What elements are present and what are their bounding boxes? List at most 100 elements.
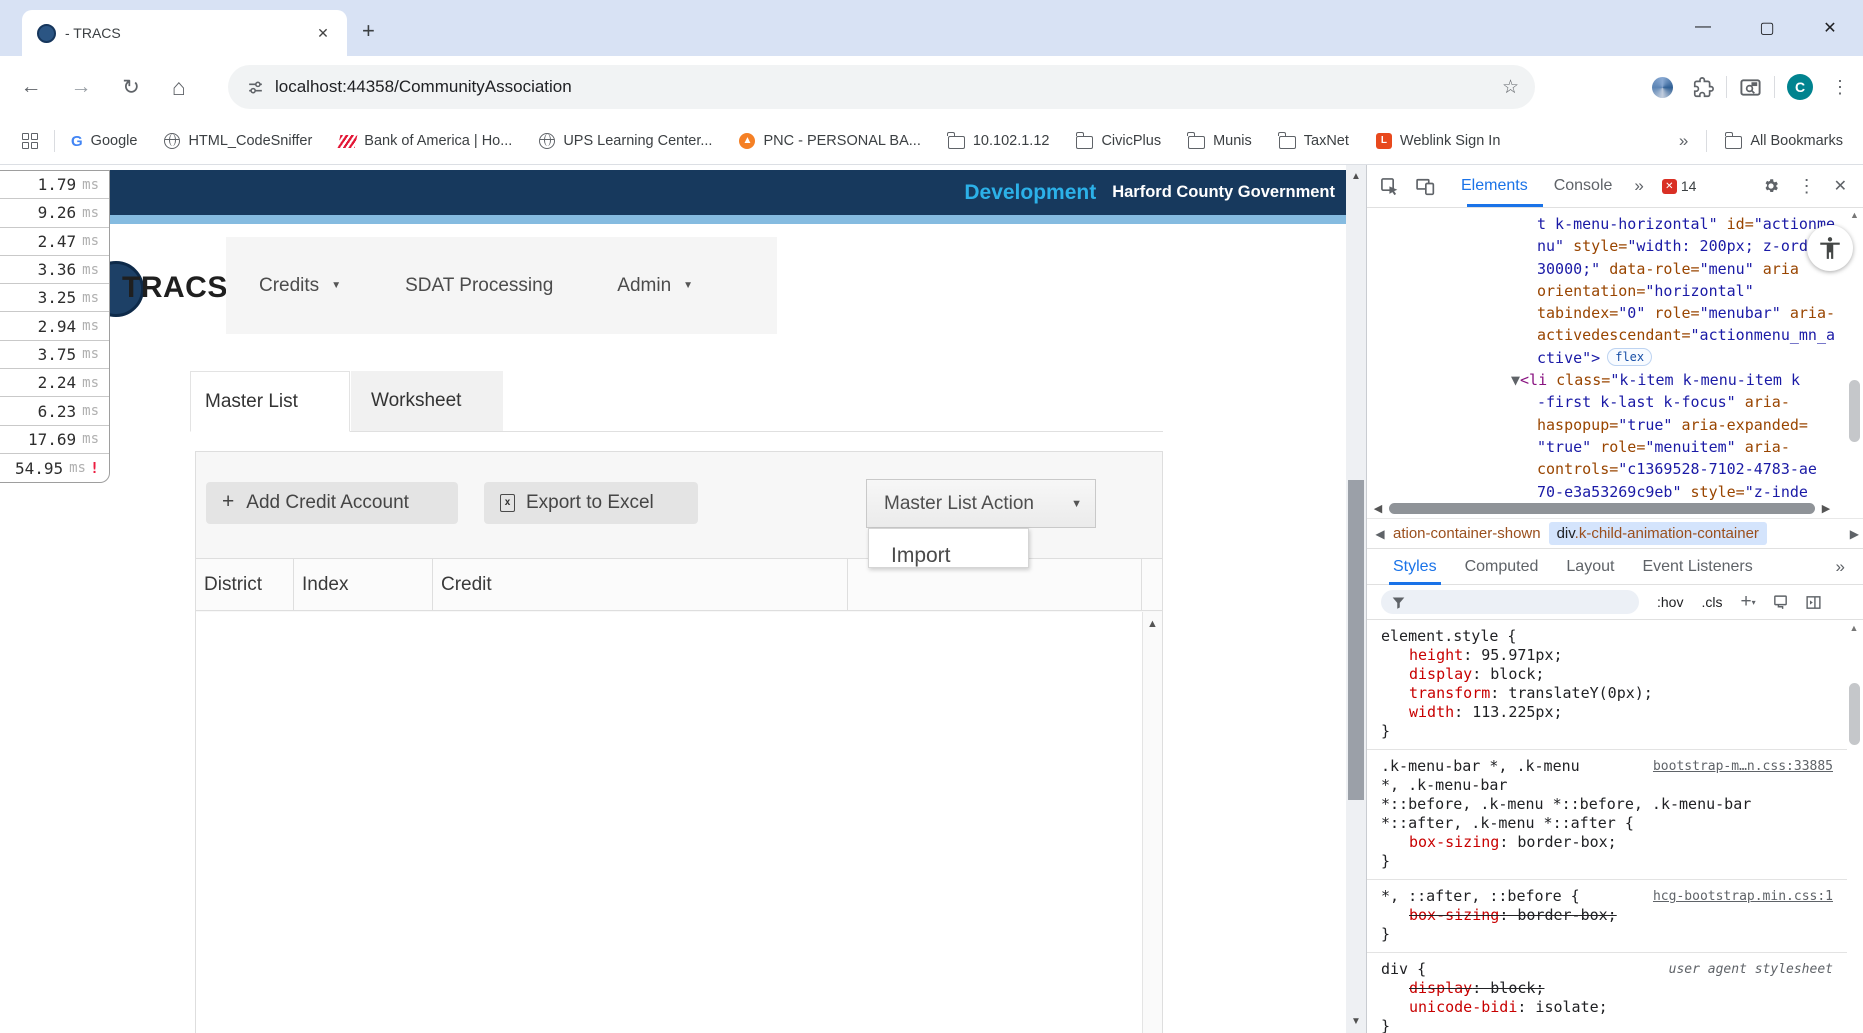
breadcrumb-right-icon[interactable]: ▶ (1850, 527, 1863, 541)
apps-grid-icon[interactable] (22, 133, 38, 149)
tab-master-list[interactable]: Master List (190, 371, 350, 432)
scroll-down-icon[interactable]: ▼ (1346, 1016, 1366, 1027)
inspect-element-icon[interactable] (1379, 176, 1399, 196)
dom-tree-line[interactable]: "true" role="menuitem" aria- (1367, 436, 1845, 458)
dom-tree-line[interactable]: controls="c1369528-7102-4783-ae (1367, 458, 1845, 480)
dom-tree-line[interactable]: haspopup="true" aria-expanded= (1367, 414, 1845, 436)
dom-tree-line[interactable]: ▼<li class="k-item k-menu-item k (1367, 369, 1845, 391)
extension-icon[interactable] (1652, 76, 1673, 98)
window-minimize-button[interactable]: — (1688, 18, 1718, 36)
dom-tree-line[interactable]: ctive"> flex (1367, 347, 1845, 369)
styles-filter-input[interactable] (1381, 590, 1639, 614)
profiler-row[interactable]: 2.47 ms (0, 228, 109, 256)
sidebar-tab-computed[interactable]: Computed (1465, 549, 1539, 585)
profiler-row[interactable]: 6.23 ms (0, 397, 109, 426)
sidebar-panel-icon[interactable] (1805, 594, 1822, 611)
bookmark-item[interactable]: TaxNet (1278, 132, 1349, 149)
extensions-puzzle-icon[interactable] (1693, 76, 1714, 98)
scrollbar-thumb[interactable] (1389, 503, 1815, 514)
scroll-up-icon[interactable]: ▲ (1848, 623, 1860, 633)
forward-button[interactable]: → (64, 75, 98, 99)
bookmark-item[interactable]: ▲ PNC - PERSONAL BA... (739, 133, 921, 149)
devtools-tab-elements[interactable]: Elements (1461, 177, 1528, 195)
menu-item-admin[interactable]: Admin ▼ (617, 275, 693, 297)
bookmark-item[interactable]: HTML_CodeSniffer (164, 133, 312, 149)
scrollbar-thumb[interactable] (1849, 380, 1860, 442)
add-credit-account-button[interactable]: + Add Credit Account (206, 482, 458, 524)
scroll-left-icon[interactable]: ◀ (1367, 502, 1389, 515)
gear-icon[interactable] (1762, 177, 1780, 195)
dom-tree-line[interactable]: tabindex="0" role="menubar" aria- (1367, 302, 1845, 324)
profiler-row[interactable]: 3.36 ms (0, 256, 109, 285)
devtools-tab-console[interactable]: Console (1554, 177, 1613, 195)
grid-scrollbar[interactable]: ▲ (1142, 612, 1162, 1033)
bookmark-item[interactable]: 10.102.1.12 (947, 132, 1049, 149)
bookmark-item[interactable]: L Weblink Sign In (1375, 133, 1500, 149)
css-property[interactable]: box-sizing: border-box; (1381, 833, 1833, 852)
master-list-action-dropdown[interactable]: Master List Action ▼ (866, 479, 1096, 528)
address-bar[interactable]: localhost:44358/CommunityAssociation ☆ (228, 65, 1535, 109)
scroll-right-icon[interactable]: ▶ (1815, 502, 1837, 515)
bookmark-item[interactable]: CivicPlus (1075, 132, 1161, 149)
all-bookmarks-button[interactable]: All Bookmarks (1724, 132, 1843, 149)
bookmark-item[interactable]: UPS Learning Center... (539, 133, 712, 149)
dom-tree-line[interactable]: 70-e3a53269c9eb" style="z-inde (1367, 481, 1845, 500)
css-source-link[interactable]: hcg-bootstrap.min.css:1 (1653, 887, 1833, 906)
css-property[interactable]: height: 95.971px; (1381, 646, 1833, 665)
css-property[interactable]: display: block; (1381, 979, 1833, 998)
profiler-row[interactable]: 54.95 ms! (0, 454, 109, 482)
window-maximize-button[interactable]: ▢ (1752, 18, 1782, 38)
dom-tree-line[interactable]: -first k-last k-focus" aria- (1367, 391, 1845, 413)
profiler-row[interactable]: 9.26 ms (0, 199, 109, 228)
dom-tree-hscrollbar[interactable]: ◀ ▶ (1367, 500, 1863, 517)
dom-tree[interactable]: t k-menu-horizontal" id="actionme nu" sty… (1367, 210, 1845, 500)
reload-button[interactable]: ↻ (114, 75, 148, 100)
home-button[interactable]: ⌂ (162, 74, 196, 101)
css-source-link[interactable]: user agent stylesheet (1669, 960, 1833, 979)
bookmark-item[interactable]: Bank of America | Ho... (337, 133, 512, 149)
new-tab-button[interactable]: + (362, 18, 375, 44)
breadcrumb-item[interactable]: ation-container-shown (1393, 525, 1541, 542)
dom-tree-line[interactable]: 30000;" data-role="menu" aria (1367, 258, 1845, 280)
menu-item-import[interactable]: Import (869, 529, 1028, 567)
device-toolbar-icon[interactable] (1415, 176, 1435, 196)
sidebar-tab-layout[interactable]: Layout (1566, 549, 1614, 585)
issues-badge[interactable]: ✕ 14 (1661, 178, 1696, 194)
bookmarks-overflow-chevron[interactable]: » (1679, 131, 1688, 151)
tab-worksheet[interactable]: Worksheet (351, 371, 503, 431)
site-info-icon[interactable] (246, 78, 265, 97)
more-sidebar-tabs-chevron[interactable]: » (1836, 557, 1845, 577)
scroll-up-icon[interactable]: ▲ (1143, 612, 1162, 630)
profiler-row[interactable]: 2.24 ms (0, 369, 109, 398)
browser-menu-icon[interactable]: ⋮ (1831, 77, 1849, 98)
rendering-emulation-icon[interactable] (1772, 594, 1789, 611)
sidebar-tab-styles[interactable]: Styles (1389, 549, 1441, 585)
menu-item-credits[interactable]: Credits ▼ (259, 275, 341, 297)
profiler-row[interactable]: 17.69 ms (0, 426, 109, 454)
back-button[interactable]: ← (14, 75, 48, 99)
dom-tree-line[interactable]: nu" style="width: 200px; z-order: (1367, 235, 1845, 257)
dom-tree-line[interactable]: orientation="horizontal" (1367, 280, 1845, 302)
page-scrollbar[interactable]: ▲ ▼ (1346, 165, 1366, 1033)
dom-tree-line[interactable]: t k-menu-horizontal" id="actionme (1367, 213, 1845, 235)
accessibility-floating-button[interactable] (1807, 225, 1853, 271)
css-property[interactable]: box-sizing: border-box; (1381, 906, 1833, 925)
scrollbar-thumb[interactable] (1849, 683, 1860, 745)
css-property[interactable]: width: 113.225px; (1381, 703, 1833, 722)
breadcrumb-item-selected[interactable]: div.k-child-animation-container (1548, 522, 1767, 545)
menu-item-sdat-processing[interactable]: SDAT Processing (405, 275, 553, 297)
window-close-button[interactable]: ✕ (1815, 18, 1845, 38)
profiler-row[interactable]: 2.94 ms (0, 312, 109, 341)
more-tabs-chevron[interactable]: » (1634, 176, 1643, 196)
new-style-rule-button[interactable]: +▾ (1740, 591, 1755, 613)
url-text[interactable]: localhost:44358/CommunityAssociation (275, 77, 1502, 97)
toggle-hover-state[interactable]: :hov (1657, 594, 1683, 610)
css-source-link[interactable]: bootstrap-m…n.css:33885 (1653, 757, 1833, 776)
styles-pane[interactable]: element.style {height: 95.971px; display:… (1367, 620, 1847, 1033)
scrollbar-thumb[interactable] (1348, 480, 1364, 800)
tab-search-icon[interactable] (1739, 76, 1762, 99)
breadcrumb-left-icon[interactable]: ◀ (1367, 527, 1393, 541)
css-property[interactable]: display: block; (1381, 665, 1833, 684)
css-property[interactable]: transform: translateY(0px); (1381, 684, 1833, 703)
flex-badge[interactable]: flex (1607, 347, 1653, 366)
